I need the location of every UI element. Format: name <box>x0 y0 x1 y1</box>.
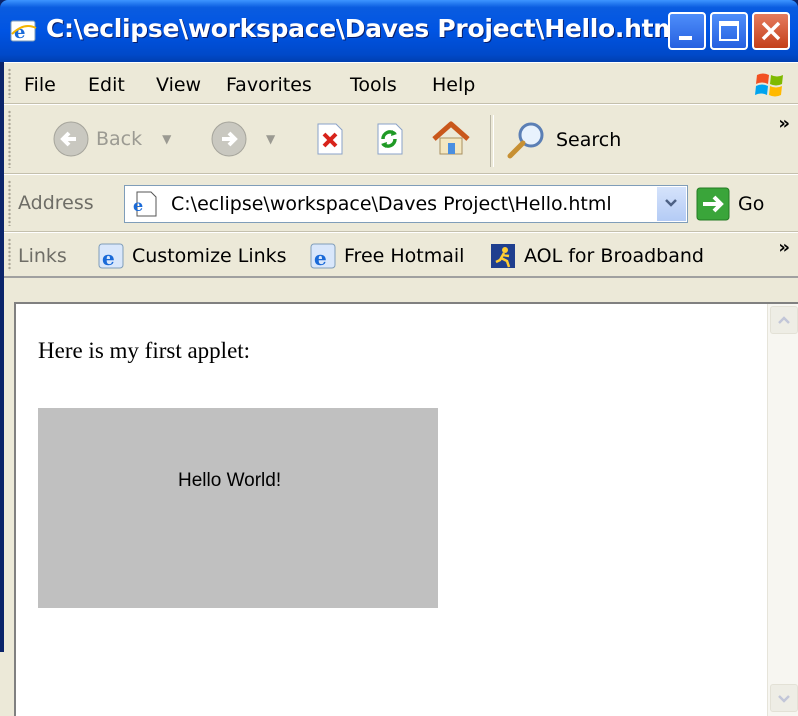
search-icon <box>507 122 544 159</box>
svg-text:e: e <box>14 22 25 43</box>
svg-text:e: e <box>314 246 327 270</box>
stop-button[interactable] <box>312 122 346 156</box>
close-button[interactable] <box>752 12 790 50</box>
client-area: File Edit View Favorites Tools Help Back <box>4 62 798 716</box>
menu-favorites[interactable]: Favorites <box>226 74 312 96</box>
link-free-hotmail[interactable]: e Free Hotmail <box>308 241 464 271</box>
search-button[interactable]: Search <box>504 120 621 160</box>
link-aol-for-broadband[interactable]: AOL for Broadband <box>488 241 704 271</box>
window-title: C:\eclipse\workspace\Daves Project\Hello… <box>46 14 707 43</box>
go-button[interactable]: Go <box>696 187 764 221</box>
forward-button[interactable]: ▼ <box>210 120 275 158</box>
svg-text:e: e <box>102 246 115 270</box>
grip-handle[interactable] <box>8 110 11 168</box>
links-label: Links <box>18 245 67 267</box>
scroll-down-button[interactable] <box>770 684 798 712</box>
menu-file[interactable]: File <box>24 74 56 96</box>
grip-handle[interactable] <box>8 180 11 226</box>
maximize-icon <box>719 21 739 41</box>
chevron-down-icon <box>665 199 677 207</box>
aol-runner-icon <box>491 244 515 268</box>
back-arrow-icon <box>53 121 89 157</box>
grip-handle[interactable] <box>8 238 11 271</box>
browser-window: e C:\eclipse\workspace\Daves Project\Hel… <box>0 0 798 716</box>
link-label: Customize Links <box>132 245 287 267</box>
links-overflow-button[interactable]: » <box>778 237 790 258</box>
forward-arrow-icon <box>211 121 247 157</box>
address-label: Address <box>18 192 94 214</box>
refresh-icon <box>377 123 403 155</box>
toolbar-overflow-button[interactable]: » <box>778 113 790 134</box>
address-value: C:\eclipse\workspace\Daves Project\Hello… <box>171 193 612 215</box>
page-intro-text: Here is my first applet: <box>38 338 251 363</box>
applet-area[interactable]: Hello World! <box>38 408 438 608</box>
home-icon <box>432 121 470 155</box>
refresh-button[interactable] <box>372 122 406 156</box>
maximize-button[interactable] <box>710 12 748 50</box>
forward-dropdown-icon[interactable]: ▼ <box>266 132 275 146</box>
back-label: Back <box>96 128 143 150</box>
close-icon <box>761 21 781 41</box>
chevron-up-icon <box>778 316 790 324</box>
go-label: Go <box>738 193 765 215</box>
back-dropdown-icon[interactable]: ▼ <box>162 132 171 146</box>
applet-text: Hello World! <box>178 470 282 491</box>
menu-edit[interactable]: Edit <box>88 74 125 96</box>
ie-icon: e <box>10 20 37 43</box>
ie-page-icon: e <box>98 243 124 270</box>
chevron-down-icon <box>778 695 790 703</box>
page-viewport[interactable]: Here is my first applet: Hello World! <box>14 302 798 716</box>
menu-help[interactable]: Help <box>432 74 475 96</box>
link-label: AOL for Broadband <box>524 245 704 267</box>
title-bar[interactable]: e C:\eclipse\workspace\Daves Project\Hel… <box>0 0 798 62</box>
menu-tools[interactable]: Tools <box>350 74 397 96</box>
toolbar-separator <box>490 115 494 167</box>
standard-toolbar: Back ▼ ▼ Search » <box>4 104 798 174</box>
vertical-scrollbar[interactable] <box>767 304 798 716</box>
menu-view[interactable]: View <box>156 74 201 96</box>
address-bar: Address e C:\eclipse\workspace\Daves Pro… <box>4 174 798 232</box>
go-arrow-icon <box>696 187 730 221</box>
back-button[interactable]: Back ▼ <box>52 120 171 158</box>
link-label: Free Hotmail <box>344 245 465 267</box>
address-input[interactable]: e C:\eclipse\workspace\Daves Project\Hel… <box>124 185 688 223</box>
search-label: Search <box>556 129 622 151</box>
address-dropdown-button[interactable] <box>656 187 686 221</box>
stop-icon <box>317 123 343 155</box>
ie-page-icon: e <box>310 243 336 270</box>
grip-handle[interactable] <box>8 68 11 98</box>
minimize-button[interactable] <box>668 12 706 50</box>
minimize-icon <box>679 36 692 40</box>
page-icon: e <box>133 191 157 217</box>
svg-text:e: e <box>133 196 143 215</box>
windows-logo-icon <box>755 73 783 97</box>
links-bar: Links e Customize Links e Free Hotmail A… <box>4 232 798 278</box>
menu-bar: File Edit View Favorites Tools Help <box>4 62 798 104</box>
home-button[interactable] <box>430 118 472 160</box>
link-customize-links[interactable]: e Customize Links <box>96 241 287 271</box>
scroll-up-button[interactable] <box>770 306 798 334</box>
